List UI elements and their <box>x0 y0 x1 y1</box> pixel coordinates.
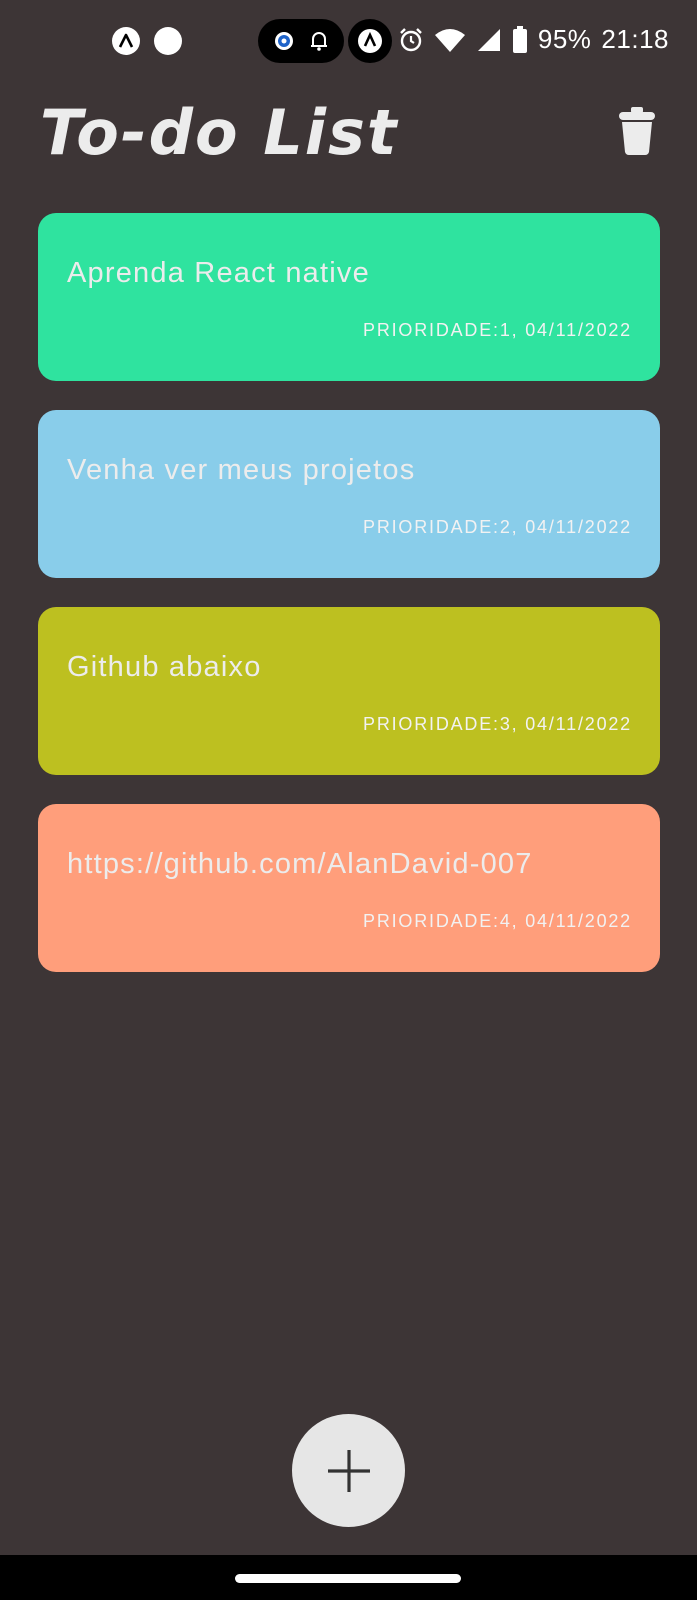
header: To-do List <box>40 96 657 176</box>
wifi-icon <box>434 28 465 52</box>
expo-icon <box>112 27 140 55</box>
todo-meta: PRIORIDADE:2, 04/11/2022 <box>363 517 632 537</box>
system-nav-bar <box>0 1555 697 1600</box>
todo-text: Github abaixo <box>67 651 262 683</box>
todo-meta: PRIORIDADE:3, 04/11/2022 <box>363 714 632 734</box>
todo-card[interactable]: Aprenda React native PRIORIDADE:1, 04/11… <box>38 213 660 381</box>
todo-text: Venha ver meus projetos <box>67 454 416 486</box>
alarm-icon <box>400 27 422 51</box>
battery-icon <box>512 25 527 53</box>
home-gesture-handle[interactable] <box>235 1574 461 1583</box>
clock: 21:18 <box>601 24 669 54</box>
download-icon <box>348 19 392 63</box>
todo-card[interactable]: https://github.com/AlanDavid-007 PRIORID… <box>38 804 660 972</box>
plus-icon <box>327 1449 370 1492</box>
todo-list: Aprenda React native PRIORIDADE:1, 04/11… <box>38 213 660 1001</box>
signal-icon <box>477 28 500 51</box>
bell-icon <box>311 32 327 51</box>
status-bar: 95% 21:18 <box>0 0 697 80</box>
todo-card[interactable]: Github abaixo PRIORIDADE:3, 04/11/2022 <box>38 607 660 775</box>
battery-percent: 95% <box>537 24 592 54</box>
circle-icon <box>154 27 182 55</box>
vpn-icon <box>275 32 293 50</box>
todo-card[interactable]: Venha ver meus projetos PRIORIDADE:2, 04… <box>38 410 660 578</box>
notification-pill <box>258 19 344 63</box>
status-right: 95% 21:18 <box>398 24 669 55</box>
add-todo-button[interactable] <box>292 1414 405 1527</box>
todo-meta: PRIORIDADE:1, 04/11/2022 <box>363 320 632 340</box>
status-left-icons <box>112 27 182 55</box>
todo-text: https://github.com/AlanDavid-007 <box>67 848 533 880</box>
todo-text: Aprenda React native <box>67 257 370 289</box>
page-title: To-do List <box>40 96 399 169</box>
trash-icon[interactable] <box>617 106 657 156</box>
todo-meta: PRIORIDADE:4, 04/11/2022 <box>363 911 632 931</box>
